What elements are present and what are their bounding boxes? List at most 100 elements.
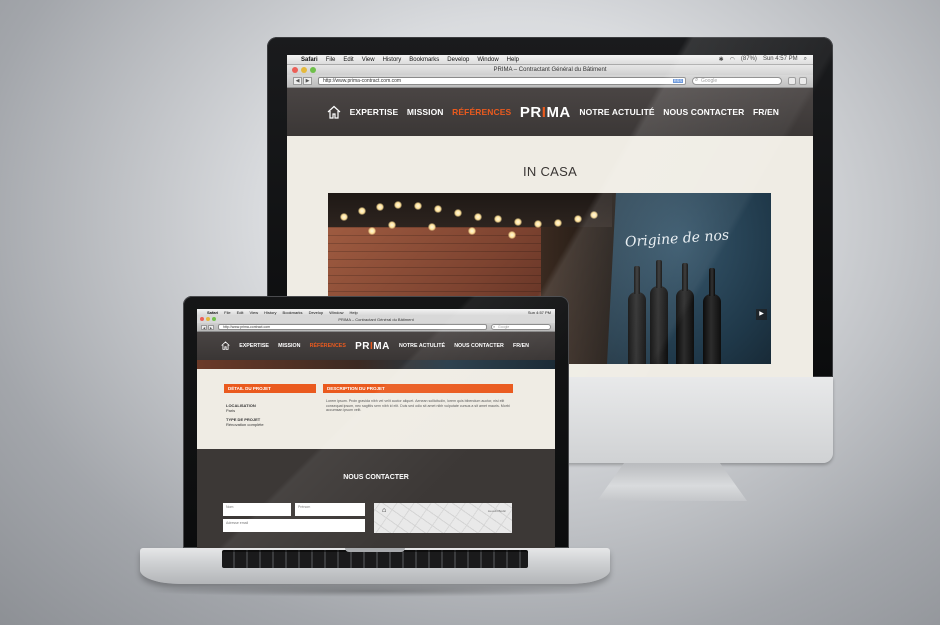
menu-history[interactable]: History — [264, 310, 276, 315]
home-icon[interactable] — [327, 105, 341, 119]
window-controls — [200, 317, 216, 321]
firstname-field[interactable]: Prénom — [295, 503, 365, 516]
light-bulb — [574, 215, 582, 223]
light-bulb — [428, 223, 436, 231]
light-bulb — [358, 207, 366, 215]
site-logo[interactable]: PRIMA — [520, 104, 571, 121]
forward-icon[interactable]: ▶ — [208, 324, 214, 330]
menu-develop[interactable]: Develop — [447, 57, 469, 63]
nav-mission[interactable]: MISSION — [278, 343, 300, 349]
nav-actualite[interactable]: NOTRE ACTULITÉ — [399, 343, 445, 349]
menu-window[interactable]: Window — [329, 310, 343, 315]
menu-bookmarks[interactable]: Bookmarks — [283, 310, 303, 315]
close-window-icon[interactable] — [292, 67, 298, 73]
history-buttons: ◀ ▶ — [201, 324, 214, 330]
nav-language[interactable]: FR/EN — [513, 343, 529, 349]
menu-view[interactable]: View — [362, 57, 375, 63]
site-logo[interactable]: PRIMA — [355, 341, 390, 352]
hero-photo-strip — [197, 360, 555, 369]
browser-toolbar: ◀ ▶ http://www.prima-contract.com.com RS… — [287, 75, 813, 88]
slider-next-icon[interactable]: ▶ — [756, 309, 767, 320]
contact-section: NOUS CONTACTER Nom Prénom Adresse email … — [197, 449, 555, 548]
menu-file[interactable]: File — [224, 310, 230, 315]
menu-window[interactable]: Window — [477, 57, 498, 63]
ceiling — [328, 193, 612, 227]
menu-view[interactable]: View — [249, 310, 258, 315]
menu-file[interactable]: File — [326, 57, 336, 63]
address-bar[interactable]: http://www.prima-contract.com.com RSS — [318, 77, 686, 85]
imac-stand — [597, 463, 747, 501]
macbook-screen: Safari File Edit View History Bookmarks … — [197, 309, 555, 548]
description-heading: DESCRIPTION DU PROJET — [323, 384, 513, 393]
map-pin-icon: ⌂ — [382, 507, 387, 514]
back-icon[interactable]: ◀ — [201, 324, 207, 330]
os-menubar: Safari File Edit View History Bookmarks … — [287, 55, 813, 65]
bottle — [628, 266, 646, 364]
menu-develop[interactable]: Develop — [309, 310, 324, 315]
light-bulb — [534, 220, 542, 228]
nav-contact[interactable]: NOUS CONTACTER — [663, 107, 744, 117]
menu-safari[interactable]: Safari — [301, 57, 318, 63]
menubar-status: ✱ ◠ (87%) Sun 4:57 PM ⌕ — [719, 56, 807, 63]
light-bulb — [388, 221, 396, 229]
contact-map[interactable]: ⌂ Lieu-dit Bodic — [374, 503, 512, 533]
window-title: PRIMA – Contractant Général du Bâtiment — [338, 317, 414, 322]
logo-part-right: MA — [546, 103, 571, 121]
type-block: TYPE DE PROJET Rénovation complète — [226, 417, 316, 427]
nav-actualite[interactable]: NOTRE ACTULITÉ — [579, 107, 654, 117]
menu-edit[interactable]: Edit — [343, 57, 353, 63]
clock[interactable]: Sun 4:57 PM — [528, 310, 551, 315]
nav-expertise[interactable]: EXPERTISE — [350, 107, 399, 117]
spotlight-icon[interactable]: ⌕ — [804, 56, 807, 63]
site-navbar: EXPERTISE MISSION RÉFÉRENCES PRIMA NOTRE… — [287, 88, 813, 136]
browser-toolbar-laptop: ◀ ▶ http://www.prima-contract.com Google — [197, 323, 555, 332]
bottle — [703, 268, 721, 364]
nav-contact[interactable]: NOUS CONTACTER — [454, 343, 504, 349]
battery-indicator[interactable]: (87%) — [741, 56, 757, 63]
clock[interactable]: Sun 4:57 PM — [763, 56, 798, 63]
light-bulb — [514, 218, 522, 226]
reader-icon[interactable] — [788, 77, 796, 85]
wifi-icon[interactable]: ◠ — [730, 56, 735, 63]
close-window-icon[interactable] — [200, 317, 204, 321]
zoom-window-icon[interactable] — [212, 317, 216, 321]
home-icon[interactable] — [221, 340, 230, 352]
description-text: Lorem ipsum. Proin gravida nibh vel veli… — [326, 399, 510, 413]
name-field[interactable]: Nom — [223, 503, 291, 516]
light-bulb — [434, 205, 442, 213]
nav-references[interactable]: RÉFÉRENCES — [310, 343, 346, 349]
menu-help[interactable]: Help — [507, 57, 519, 63]
minimize-window-icon[interactable] — [301, 67, 307, 73]
light-bulb — [376, 203, 384, 211]
forward-icon[interactable]: ▶ — [303, 77, 312, 85]
nav-expertise[interactable]: EXPERTISE — [239, 343, 269, 349]
logo-part-right: MA — [373, 340, 390, 352]
nav-mission[interactable]: MISSION — [407, 107, 444, 117]
bluetooth-icon[interactable]: ✱ — [719, 56, 724, 63]
email-field[interactable]: Adresse email — [223, 519, 365, 532]
zoom-window-icon[interactable] — [310, 67, 316, 73]
nav-language[interactable]: FR/EN — [753, 107, 779, 117]
search-input[interactable]: Google — [491, 324, 551, 330]
search-input[interactable]: Google — [692, 77, 782, 85]
browser-titlebar-laptop: PRIMA – Contractant Général du Bâtiment — [197, 316, 555, 323]
settings-icon[interactable] — [799, 77, 807, 85]
menu-edit[interactable]: Edit — [237, 310, 244, 315]
detail-heading: DÉTAIL DU PROJET — [224, 384, 316, 393]
minimize-window-icon[interactable] — [206, 317, 210, 321]
light-bulb — [468, 227, 476, 235]
light-bulb — [494, 215, 502, 223]
map-label: Lieu-dit Bodic — [487, 509, 506, 513]
nav-references[interactable]: RÉFÉRENCES — [452, 107, 511, 117]
back-icon[interactable]: ◀ — [293, 77, 302, 85]
menu-history[interactable]: History — [383, 57, 402, 63]
menu-help[interactable]: Help — [349, 310, 357, 315]
light-bulb — [590, 211, 598, 219]
window-controls — [292, 67, 316, 73]
menu-safari[interactable]: Safari — [207, 310, 218, 315]
menu-bookmarks[interactable]: Bookmarks — [409, 57, 439, 63]
rss-badge[interactable]: RSS — [672, 79, 683, 83]
macbook-device: Safari File Edit View History Bookmarks … — [140, 296, 610, 596]
page-title: IN CASA — [522, 164, 578, 179]
address-bar[interactable]: http://www.prima-contract.com — [218, 324, 487, 330]
